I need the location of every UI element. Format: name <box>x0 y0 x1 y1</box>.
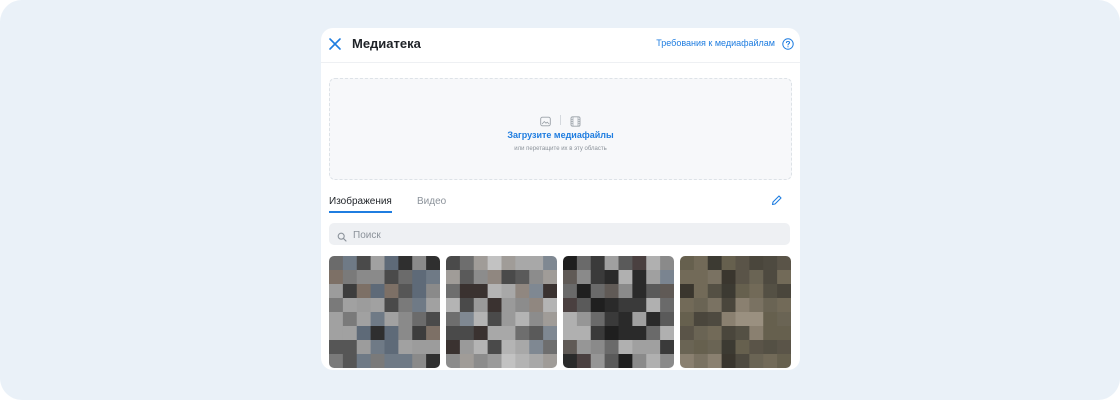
panel-title: Медиатека <box>352 36 421 51</box>
tab-images[interactable]: Изображения <box>329 196 392 213</box>
upload-title[interactable]: Загрузите медиафайлы <box>330 130 791 140</box>
pencil-icon[interactable] <box>770 194 783 207</box>
close-icon[interactable] <box>327 36 343 52</box>
film-icon <box>570 114 581 127</box>
image-thumbnail-2[interactable] <box>446 256 557 368</box>
media-requirements-link[interactable]: Требования к медиафайлам <box>656 38 775 48</box>
upload-dropzone[interactable]: Загрузите медиафайлы или перетащите их в… <box>329 78 792 180</box>
image-icon <box>539 114 551 127</box>
dropzone-icons <box>330 111 791 127</box>
image-grid <box>329 256 791 368</box>
help-circle-icon[interactable] <box>782 37 794 50</box>
tab-video[interactable]: Видео <box>417 196 446 208</box>
upload-subtitle: или перетащите их в эту область <box>514 146 607 152</box>
icon-separator <box>560 114 561 125</box>
panel-header: Медиатека Требования к медиафайлам <box>321 28 800 63</box>
image-thumbnail-1[interactable] <box>329 256 440 368</box>
media-library-panel: Медиатека Требования к медиафайлам Загру… <box>321 28 800 370</box>
search-field <box>329 223 790 247</box>
search-icon <box>337 229 347 242</box>
image-thumbnail-4[interactable] <box>680 256 791 368</box>
page-background: Медиатека Требования к медиафайлам Загру… <box>0 0 1120 400</box>
image-thumbnail-3[interactable] <box>563 256 674 368</box>
search-input[interactable] <box>351 223 785 247</box>
